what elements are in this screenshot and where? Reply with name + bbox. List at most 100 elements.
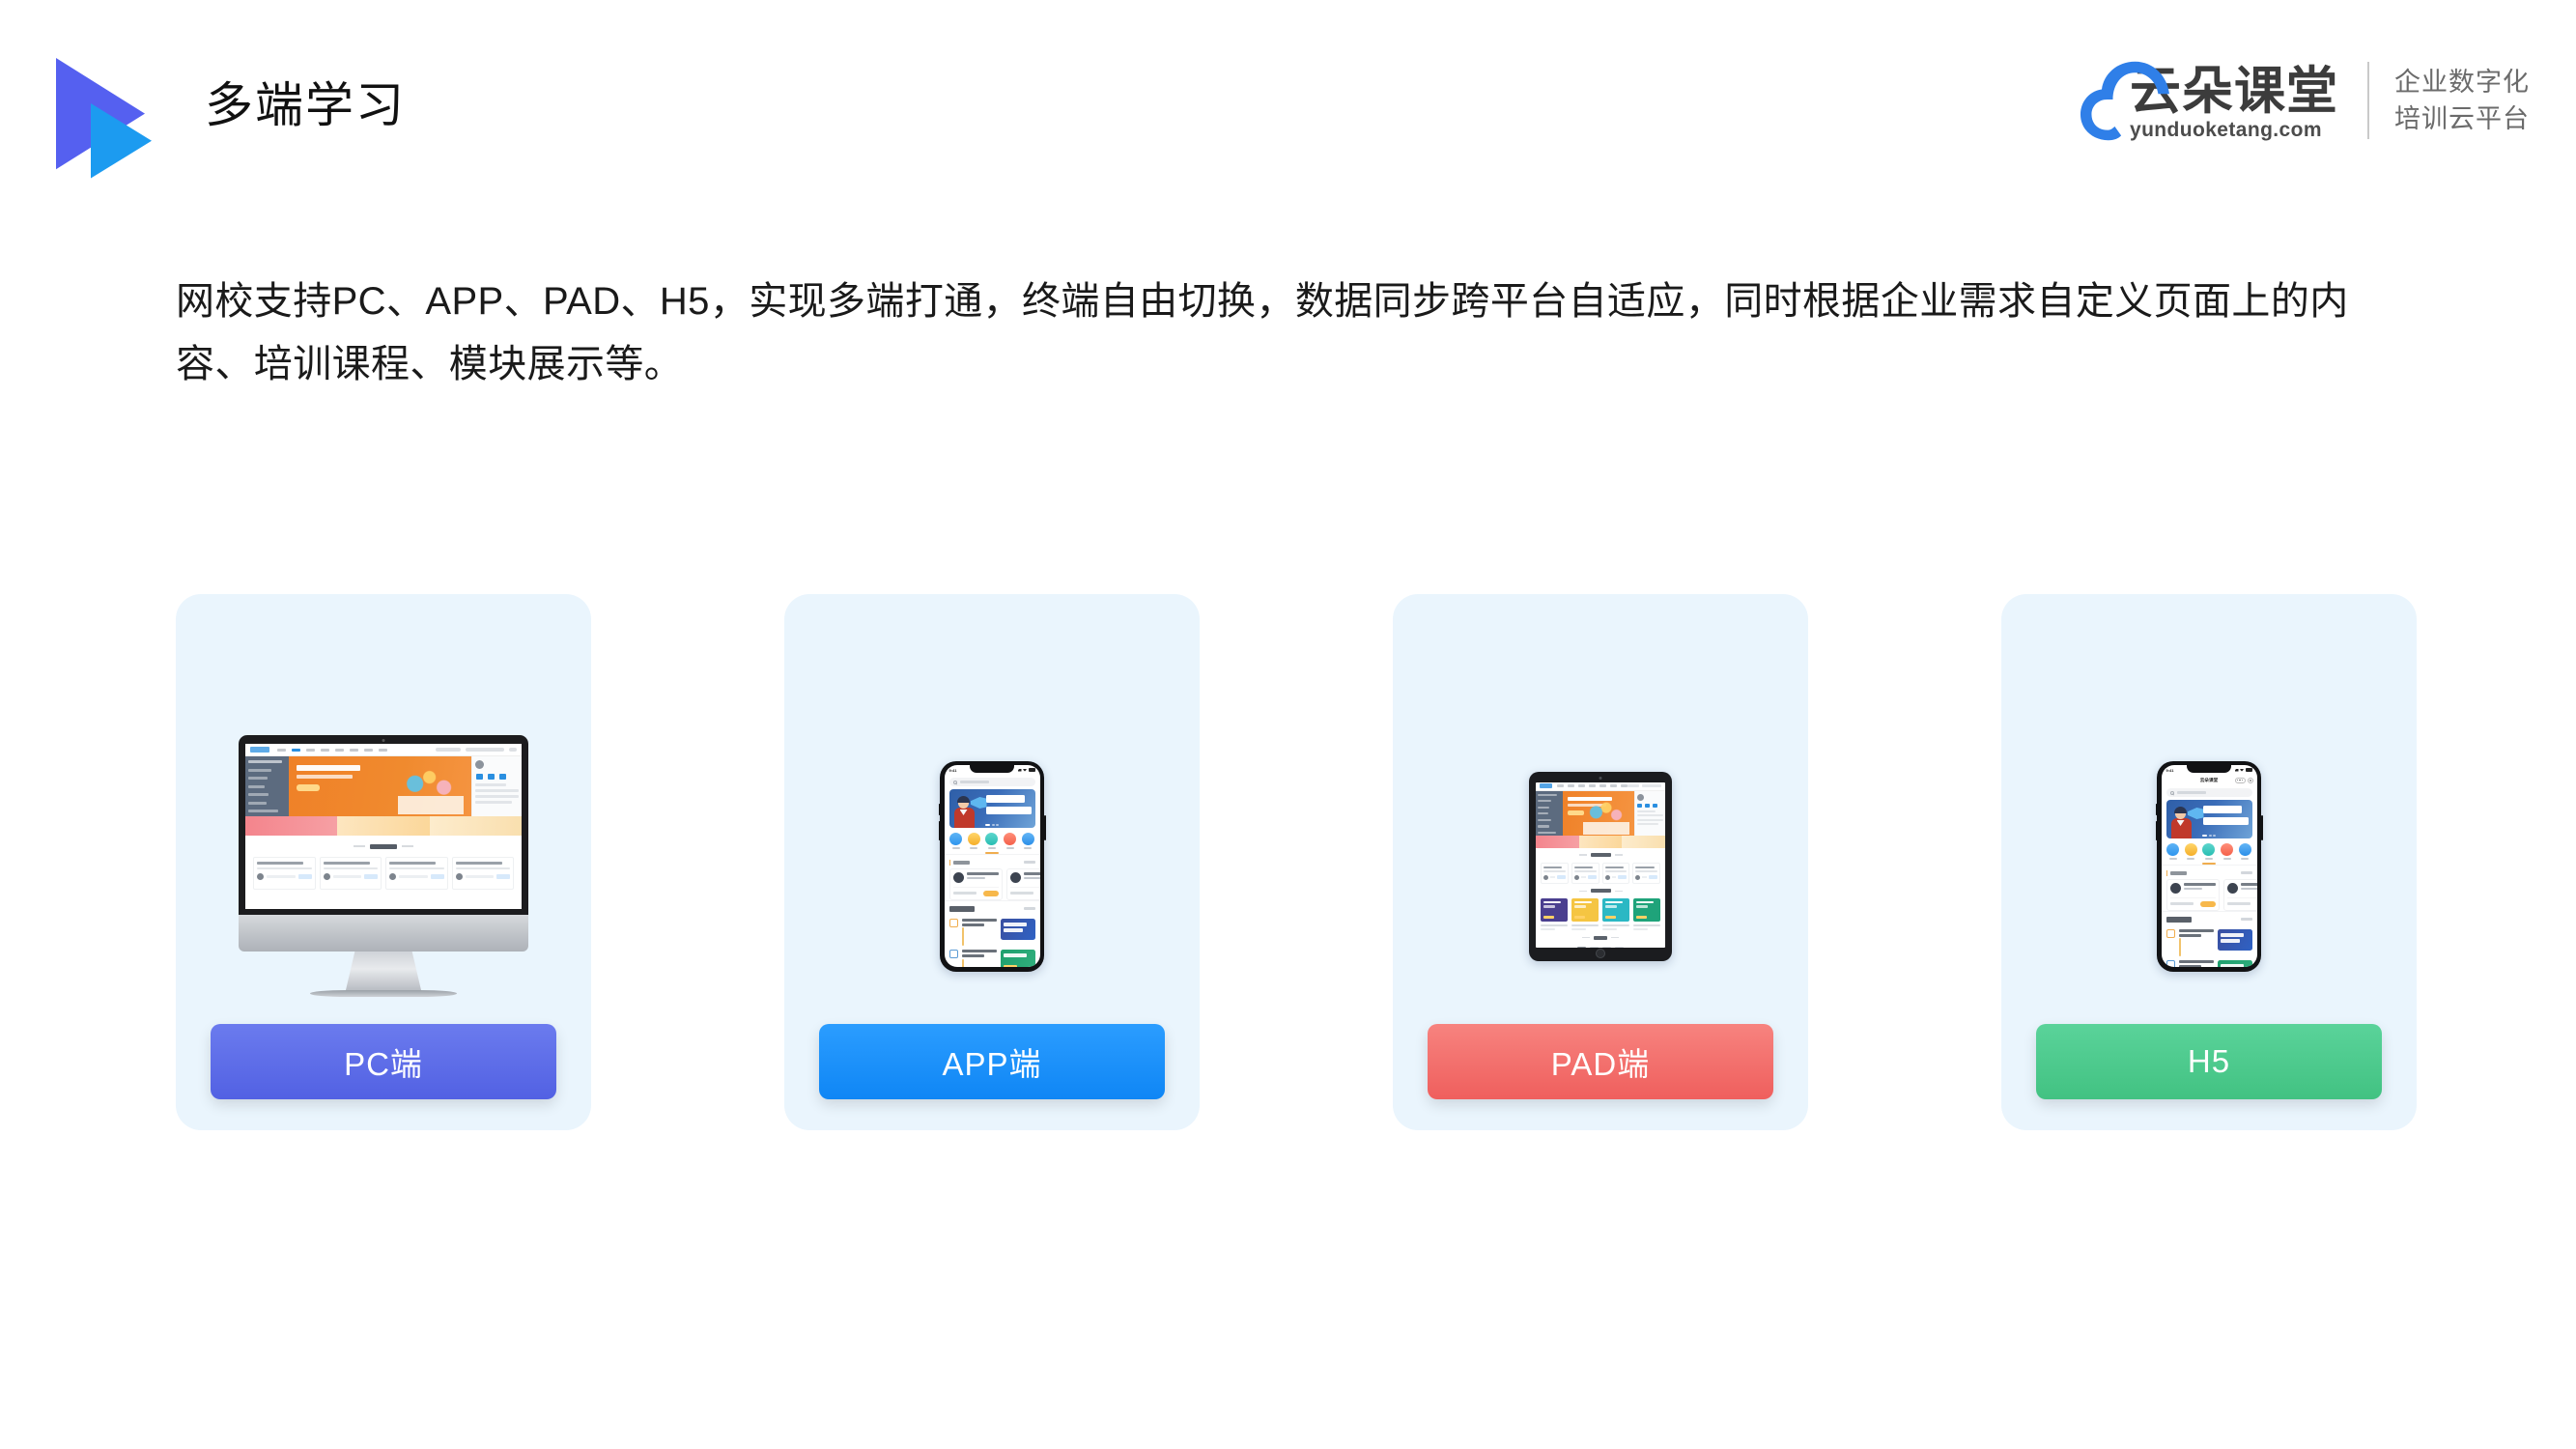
monitor-base <box>310 990 457 997</box>
status-time: 9:41 <box>948 767 957 773</box>
section-header-recommend <box>2161 910 2257 925</box>
course-filter-tabs[interactable] <box>1536 945 1665 948</box>
search-icon <box>952 780 957 784</box>
recommend-course-row[interactable] <box>945 946 1040 967</box>
site-sidebar <box>1536 790 1563 836</box>
open-course-list <box>945 867 1040 900</box>
site-logo-icon <box>1540 783 1552 788</box>
status-time: 9:41 <box>2166 767 2174 773</box>
course-card[interactable] <box>319 857 382 890</box>
wifi-icon <box>1023 768 1027 772</box>
course-card[interactable] <box>1632 862 1660 884</box>
recommend-course-row[interactable] <box>945 915 1040 947</box>
miniprogram-menu-icon[interactable] <box>2234 777 2246 783</box>
course-tile[interactable] <box>1541 897 1568 931</box>
signal-icon <box>1017 768 1022 772</box>
course-type-icon <box>2166 928 2175 938</box>
course-card[interactable] <box>1571 862 1599 884</box>
category-courses-icon[interactable] <box>949 833 963 850</box>
course-thumbnail <box>2217 928 2252 951</box>
device-cards-row: PC端 9:41 APP端 PAD端 9:41 云朵课堂 H5 <box>176 594 2417 1130</box>
search-input[interactable] <box>948 778 1035 786</box>
open-course-list <box>1536 862 1665 884</box>
miniprogram-close-icon[interactable] <box>2247 777 2253 783</box>
site-course-list <box>245 857 522 890</box>
open-course-card[interactable] <box>2222 878 2257 911</box>
phone-notch <box>2187 765 2231 773</box>
cta-button-app[interactable]: APP端 <box>819 1024 1165 1099</box>
cta-label: PAD端 <box>1550 1046 1651 1082</box>
open-course-list <box>2162 878 2257 911</box>
more-link[interactable] <box>2240 871 2252 875</box>
banner-illustration <box>1583 801 1629 835</box>
course-card[interactable] <box>253 857 316 890</box>
site-promo-banners <box>1536 835 1665 848</box>
more-link[interactable] <box>1023 861 1035 865</box>
section-header-recommend <box>944 899 1040 915</box>
category-live-icon[interactable] <box>2221 843 2234 861</box>
category-materials-icon[interactable] <box>2238 843 2251 861</box>
recommend-course-row[interactable] <box>2162 956 2257 967</box>
home-button[interactable] <box>1596 948 1605 958</box>
app-hero-banner[interactable] <box>948 789 1035 828</box>
site-nav-items <box>277 748 387 752</box>
webcam-icon <box>1599 776 1602 780</box>
h5-hero-banner[interactable] <box>2166 800 2252 838</box>
course-tile[interactable] <box>1602 897 1629 931</box>
course-tile[interactable] <box>1633 897 1660 931</box>
recommend-course-row[interactable] <box>2162 925 2257 957</box>
site-hero-banner <box>289 756 471 816</box>
wifi-icon <box>2240 768 2244 772</box>
signal-icon <box>2234 768 2239 772</box>
page-title: 多端学习 <box>205 78 406 132</box>
cta-label: PC端 <box>344 1046 423 1082</box>
monitor-stand <box>346 952 421 990</box>
category-questions-icon[interactable] <box>2202 843 2216 861</box>
cta-button-h5[interactable]: H5 <box>2036 1024 2382 1099</box>
device-card-pad[interactable]: PAD端 <box>1393 594 1808 1130</box>
slide-header: 多端学习 云朵课堂 yunduoketang.com 企业数字化 培训云平台 <box>0 0 2576 193</box>
site-nav-right <box>436 748 517 752</box>
category-courses-icon[interactable] <box>2166 843 2180 861</box>
device-card-pc[interactable]: PC端 <box>176 594 591 1130</box>
open-course-card[interactable] <box>1005 867 1040 900</box>
avatar <box>1637 793 1644 801</box>
avatar <box>475 760 484 769</box>
category-questions-icon[interactable] <box>985 833 999 850</box>
site-hero-banner <box>1563 790 1634 836</box>
more-link[interactable] <box>1023 907 1035 911</box>
course-type-icon <box>948 950 958 959</box>
category-live-icon[interactable] <box>1004 833 1017 850</box>
cta-button-pad[interactable]: PAD端 <box>1428 1024 1773 1099</box>
category-materials-icon[interactable] <box>1021 833 1034 850</box>
course-card[interactable] <box>385 857 448 890</box>
device-card-h5[interactable]: 9:41 云朵课堂 H5 <box>2001 594 2417 1130</box>
section-header-open-course <box>944 853 1040 868</box>
search-input[interactable] <box>2166 788 2252 797</box>
course-thumbnail <box>2217 960 2252 967</box>
banner-illustration <box>398 768 464 814</box>
category-course-packs-icon[interactable] <box>2184 843 2197 861</box>
site-logo-icon <box>250 747 269 753</box>
category-course-packs-icon[interactable] <box>967 833 980 850</box>
site-sidebar <box>245 756 289 816</box>
open-course-card[interactable] <box>948 867 1003 900</box>
course-tile[interactable] <box>1571 897 1599 931</box>
cta-button-pc[interactable]: PC端 <box>211 1024 556 1099</box>
course-thumbnail <box>1000 918 1035 940</box>
section-header-open-course <box>1536 848 1665 863</box>
course-card[interactable] <box>1541 862 1569 884</box>
course-thumbnail <box>1000 950 1035 967</box>
status-badge <box>982 890 999 896</box>
course-type-icon <box>948 918 958 927</box>
open-course-card[interactable] <box>2166 878 2220 911</box>
category-icon-row <box>945 828 1040 852</box>
course-type-icon <box>2166 960 2175 967</box>
avatar <box>2169 882 2181 894</box>
section-header-courses <box>1536 930 1665 945</box>
device-card-app[interactable]: 9:41 APP端 <box>784 594 1200 1130</box>
more-link[interactable] <box>2240 918 2252 922</box>
recommend-tile-grid <box>1536 897 1665 931</box>
course-card[interactable] <box>451 857 514 890</box>
course-card[interactable] <box>1601 862 1630 884</box>
